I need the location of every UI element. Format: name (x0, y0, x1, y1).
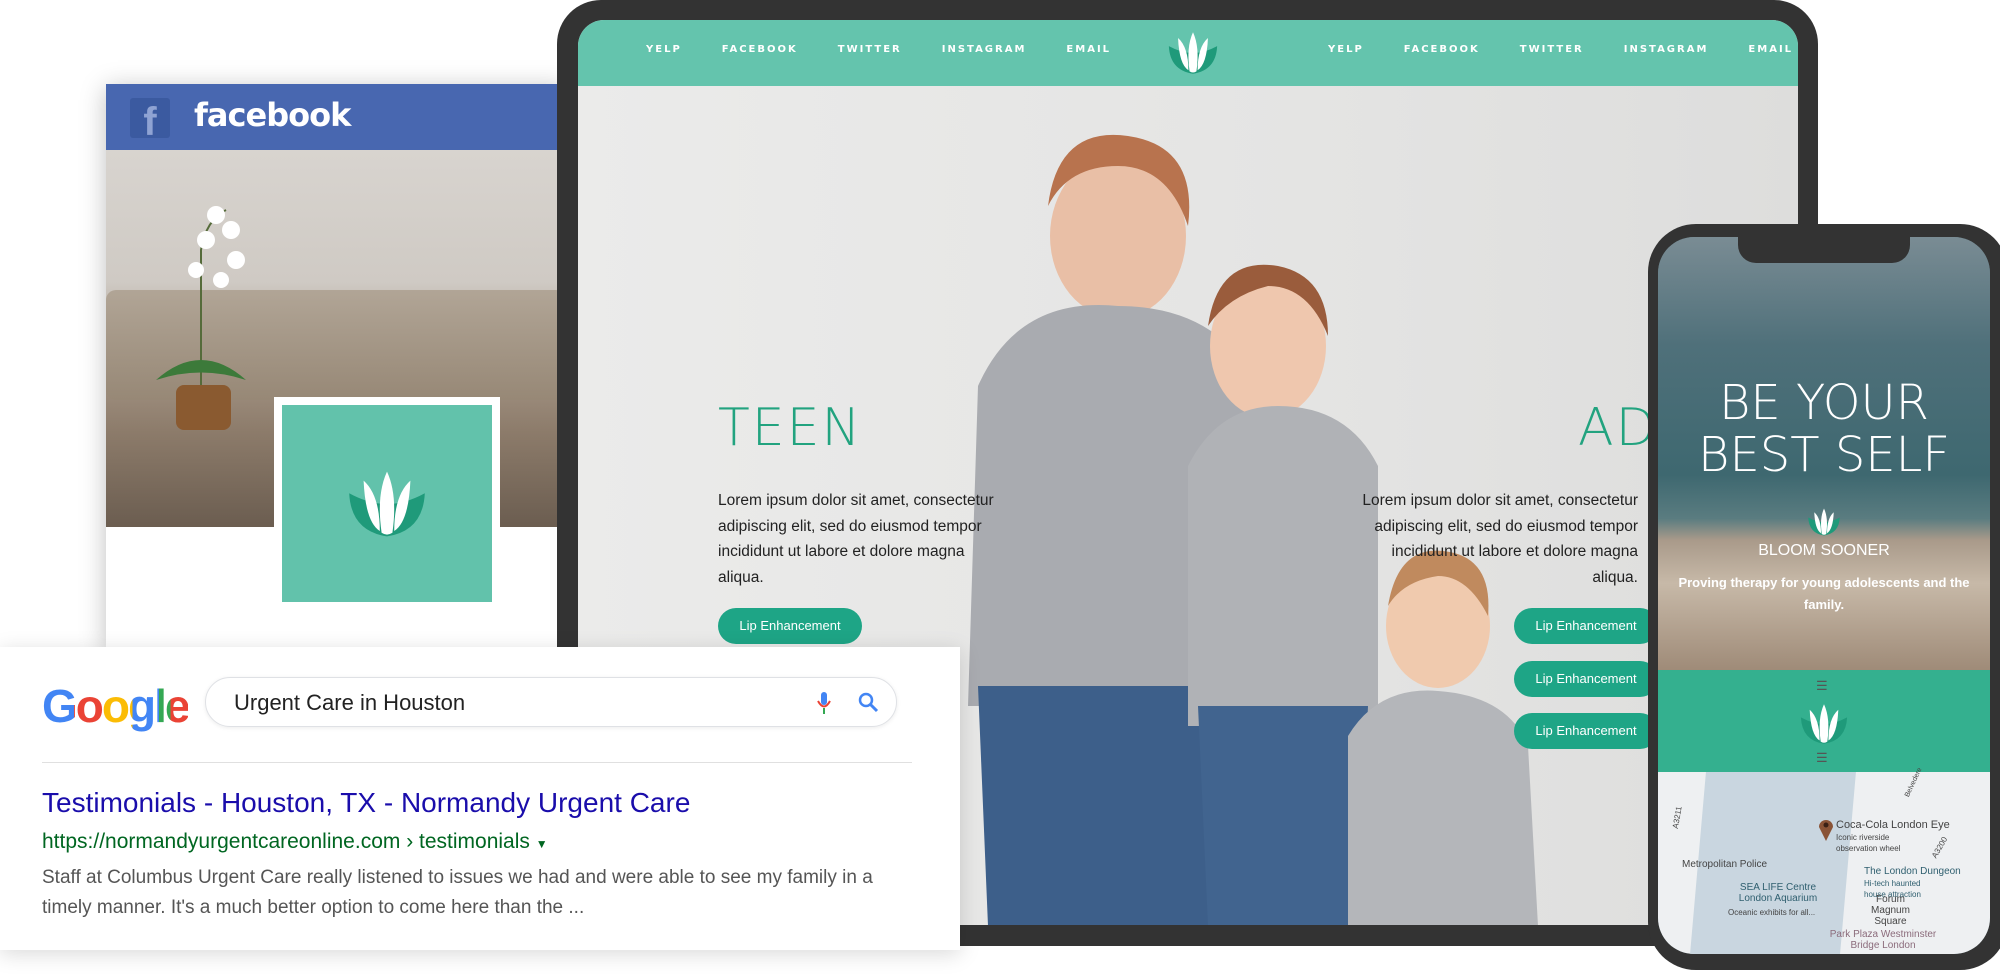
map-label: Forum Magnum Square (1871, 894, 1910, 927)
map-label: Oceanic exhibits for all... (1728, 908, 1816, 917)
road-label: A3211 (1670, 805, 1684, 830)
result-url[interactable]: https://normandyurgentcareonline.com › t… (42, 830, 548, 854)
lotus-logo-icon (1804, 507, 1844, 537)
map-label: Coca-Cola London Eye (1836, 819, 1950, 831)
site-nav: YELP FACEBOOK TWITTER INSTAGRAM EMAIL YE… (578, 20, 1798, 86)
facebook-wordmark: facebook (194, 96, 351, 134)
lotus-logo-icon (342, 468, 432, 540)
phone-notch (1738, 237, 1910, 263)
nav-facebook[interactable]: FACEBOOK (722, 44, 798, 55)
orchid-image (156, 206, 246, 430)
lip-enhancement-button[interactable]: Lip Enhancement (1514, 608, 1658, 644)
facebook-header: f facebook (106, 84, 566, 150)
lotus-logo-icon[interactable] (1796, 702, 1852, 746)
nav-email[interactable]: EMAIL (1066, 44, 1111, 55)
map-pin-icon[interactable] (1818, 817, 1834, 841)
search-input[interactable]: Urgent Care in Houston (205, 677, 897, 727)
map-label: Park Plaza Westminster Bridge London (1829, 929, 1937, 951)
map-label: SEA LIFE Centre London Aquarium (1738, 882, 1818, 904)
google-logo: Google (42, 680, 190, 732)
google-search-card: Google Urgent Care in Houston Testimonia… (0, 647, 960, 950)
phone-device: BE YOUR BEST SELF BLOOM SOONER Proving t… (1648, 224, 2000, 970)
menu-icon[interactable]: ☰ (1816, 678, 1828, 694)
result-title-link[interactable]: Testimonials - Houston, TX - Normandy Ur… (42, 787, 690, 819)
map-label: The London Dungeon (1864, 866, 1961, 877)
facebook-page-card: f facebook (106, 84, 566, 650)
lip-enhancement-button[interactable]: Lip Enhancement (1514, 661, 1658, 697)
divider (42, 762, 912, 763)
nav-email[interactable]: EMAIL (1748, 44, 1793, 55)
road-label: A3200 (1929, 835, 1950, 860)
nav-instagram[interactable]: INSTAGRAM (1624, 44, 1709, 55)
teen-body: Lorem ipsum dolor sit amet, consectetur … (718, 492, 994, 586)
phone-website: BE YOUR BEST SELF BLOOM SOONER Proving t… (1658, 237, 1990, 954)
dropdown-arrow-icon[interactable]: ▼ (536, 837, 548, 851)
map-label: Metropolitan Police (1682, 859, 1768, 870)
nav-instagram[interactable]: INSTAGRAM (942, 44, 1027, 55)
menu-icon[interactable]: ☰ (1816, 750, 1828, 766)
map-label: Iconic riverside observation wheel (1836, 833, 1901, 853)
adult-body: Lorem ipsum dolor sit amet, consectetur … (1362, 492, 1638, 586)
lotus-logo-icon[interactable] (1163, 30, 1223, 76)
result-snippet: Staff at Columbus Urgent Care really lis… (42, 867, 873, 918)
search-query: Urgent Care in Houston (234, 690, 466, 715)
nav-twitter[interactable]: TWITTER (838, 44, 902, 55)
search-icon[interactable] (856, 690, 880, 714)
map[interactable]: Coca-Cola London Eye Iconic riverside ob… (1658, 767, 1990, 954)
nav-yelp[interactable]: YELP (646, 44, 682, 55)
lip-enhancement-button[interactable]: Lip Enhancement (718, 608, 862, 644)
nav-yelp[interactable]: YELP (1328, 44, 1364, 55)
nav-facebook[interactable]: FACEBOOK (1404, 44, 1480, 55)
profile-picture[interactable] (274, 397, 500, 610)
brand-name: BLOOM SOONER (1758, 542, 1890, 559)
hero-headline: BE YOUR BEST SELF (1698, 375, 1950, 483)
result-url-text: https://normandyurgentcareonline.com › t… (42, 830, 530, 853)
nav-twitter[interactable]: TWITTER (1520, 44, 1584, 55)
facebook-f-icon: f (130, 98, 170, 138)
tagline: Proving therapy for young adolescents an… (1678, 575, 1970, 612)
menu-section: ☰ ☰ (1658, 670, 1990, 772)
lip-enhancement-button[interactable]: Lip Enhancement (1514, 713, 1658, 749)
teen-heading: TEEN (718, 398, 863, 458)
microphone-icon[interactable] (816, 690, 832, 716)
